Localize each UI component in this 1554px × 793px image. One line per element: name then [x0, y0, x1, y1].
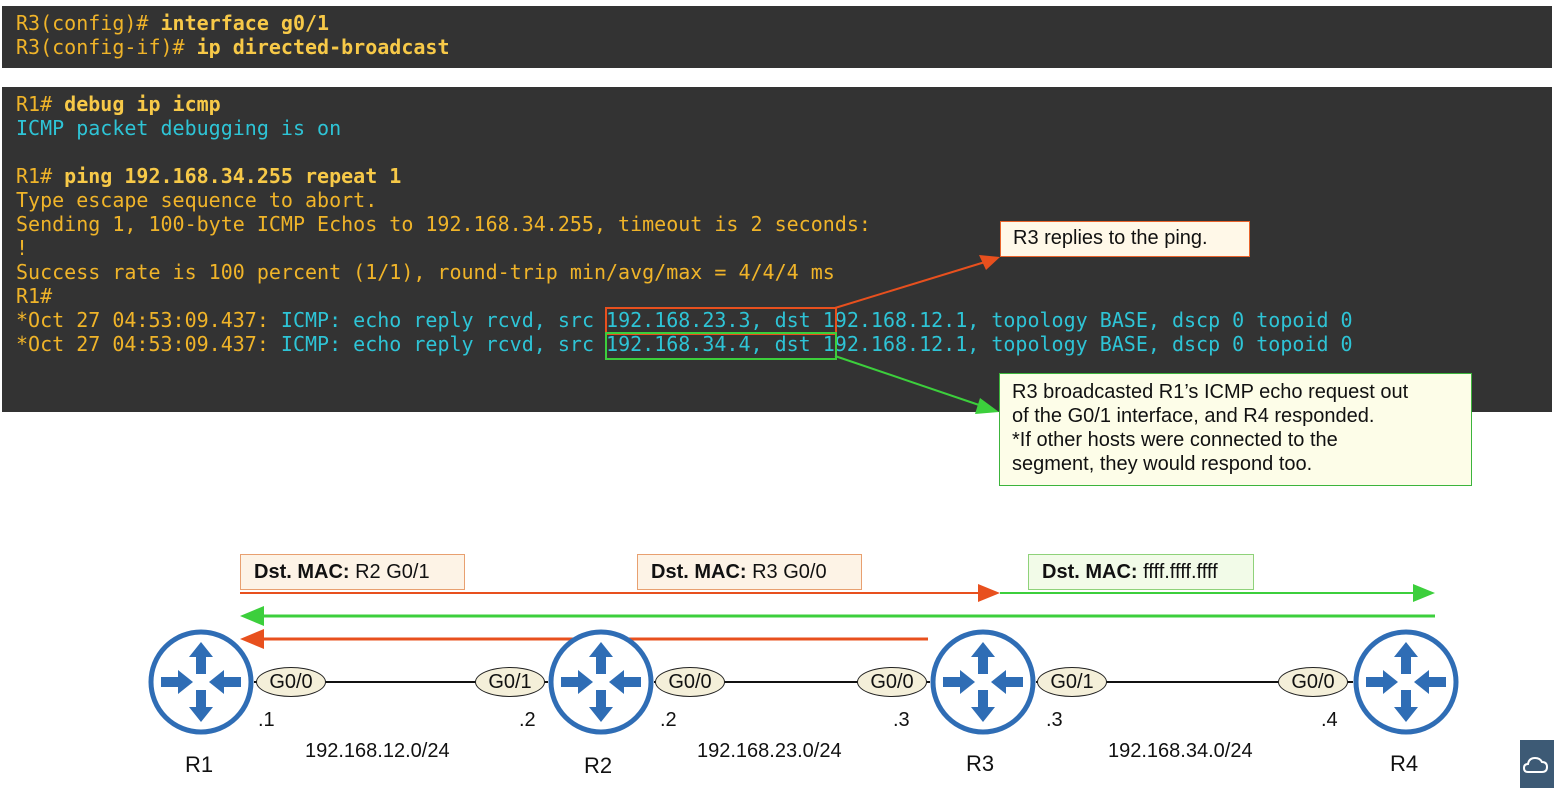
router-icon — [933, 632, 1033, 732]
router-name-r2: R2 — [584, 753, 613, 778]
host-id-r4: .4 — [1321, 709, 1338, 731]
iface-r1-g0-0: G0/0 — [256, 667, 326, 697]
iface-r2-g0-1: G0/1 — [475, 667, 545, 697]
router-name-r1: R1 — [185, 752, 214, 777]
host-id-r3-right: .3 — [1046, 709, 1063, 731]
host-id-r1: .1 — [258, 709, 275, 731]
router-icon — [1356, 632, 1456, 732]
pointer-arrow-broadcast — [834, 355, 983, 407]
network-23: 192.168.23.0/24 — [697, 740, 842, 762]
router-name-r3: R3 — [966, 751, 995, 776]
cloud-logo-icon — [1520, 740, 1554, 788]
reply-r4-arrowhead — [240, 606, 264, 626]
network-12: 192.168.12.0/24 — [305, 740, 450, 762]
pointer-arrow-r3-reply — [834, 261, 986, 309]
router-name-r4: R4 — [1390, 751, 1419, 776]
iface-r4-g0-0: G0/0 — [1278, 667, 1348, 697]
host-id-r2-right: .2 — [660, 709, 677, 731]
reply-r3-arrowhead — [240, 629, 264, 649]
host-id-r3-left: .3 — [893, 709, 910, 731]
iface-r3-g0-0: G0/0 — [857, 667, 927, 697]
router-icon — [551, 632, 651, 732]
network-34: 192.168.34.0/24 — [1108, 740, 1253, 762]
router-icon — [151, 632, 251, 732]
host-id-r2-left: .2 — [519, 709, 536, 731]
request-arrowhead — [978, 584, 1000, 602]
broadcast-arrowhead — [1413, 584, 1435, 602]
iface-r2-g0-0: G0/0 — [655, 667, 725, 697]
pointer-arrowhead-broadcast — [975, 398, 999, 414]
iface-r3-g0-1: G0/1 — [1037, 667, 1107, 697]
